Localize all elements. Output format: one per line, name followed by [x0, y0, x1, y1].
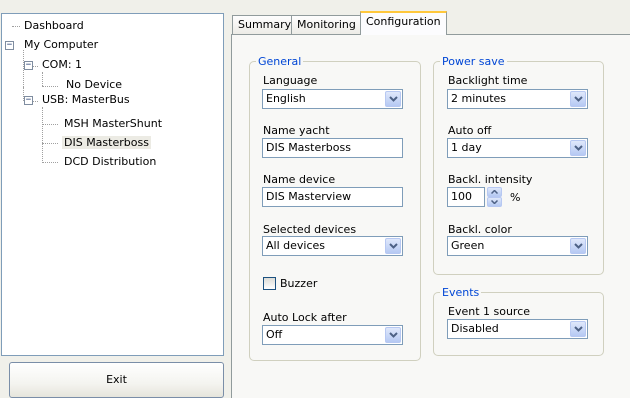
tab-monitoring[interactable]: Monitoring	[291, 15, 362, 35]
dropdown-arrow-icon[interactable]	[385, 327, 401, 343]
name-device-input[interactable]: DIS Masterview	[262, 187, 403, 207]
tree-connector	[42, 124, 58, 125]
auto-lock-select[interactable]: Off	[262, 325, 403, 345]
tree-connector	[42, 86, 58, 87]
color-label: Backl. color	[448, 223, 512, 236]
selected-devices-label: Selected devices	[263, 223, 357, 236]
tree-connector	[42, 143, 58, 144]
tab-summary[interactable]: Summary	[232, 15, 298, 35]
language-value: English	[266, 92, 306, 105]
collapse-icon[interactable]: −	[24, 96, 33, 105]
buzzer-label: Buzzer	[280, 277, 318, 290]
general-group: General Language English Name yacht DIS …	[249, 55, 421, 361]
auto-lock-value: Off	[266, 328, 283, 341]
events-group: Events Event 1 source Disabled	[433, 286, 604, 356]
event1-value: Disabled	[451, 322, 499, 335]
tree-item-label: My Computer	[24, 38, 99, 51]
tree-connector	[42, 162, 58, 163]
event1-label: Event 1 source	[448, 305, 531, 318]
dropdown-arrow-icon[interactable]	[570, 321, 586, 337]
intensity-label: Backl. intensity	[448, 173, 533, 186]
color-value: Green	[451, 239, 485, 252]
tree-item-no-device[interactable]: No Device	[64, 77, 124, 93]
event1-select[interactable]: Disabled	[447, 319, 588, 339]
tree-item-label: Dashboard	[24, 19, 84, 32]
selected-devices-value: All devices	[266, 239, 325, 252]
auto-off-select[interactable]: 1 day	[447, 138, 588, 158]
intensity-input[interactable]: 100	[447, 187, 485, 207]
intensity-stepper[interactable]	[487, 187, 502, 207]
power-save-group: Power save Backlight time 2 minutes Auto…	[433, 55, 604, 275]
auto-lock-label: Auto Lock after	[263, 311, 347, 324]
dropdown-arrow-icon[interactable]	[385, 238, 401, 254]
language-select[interactable]: English	[262, 89, 403, 109]
collapse-icon[interactable]: −	[5, 41, 14, 50]
tree-connector	[12, 26, 20, 27]
name-device-label: Name device	[263, 173, 336, 186]
power-save-group-title: Power save	[440, 55, 507, 68]
backlight-time-value: 2 minutes	[451, 92, 507, 105]
general-group-title: General	[256, 55, 304, 68]
tree-item-dashboard[interactable]: Dashboard	[22, 18, 86, 34]
auto-off-label: Auto off	[448, 124, 492, 137]
dropdown-arrow-icon[interactable]	[570, 140, 586, 156]
tree-connector	[42, 72, 43, 86]
events-group-title: Events	[440, 286, 482, 299]
tree-item-dis[interactable]: DIS Masterboss	[62, 135, 151, 151]
name-yacht-label: Name yacht	[263, 124, 330, 137]
backlight-time-label: Backlight time	[448, 74, 528, 87]
selected-devices-select[interactable]: All devices	[262, 236, 403, 256]
tree-item-msh[interactable]: MSH MasterShunt	[62, 116, 164, 132]
tree-item-dcd[interactable]: DCD Distribution	[62, 154, 158, 170]
language-label: Language	[263, 74, 318, 87]
intensity-unit: %	[510, 191, 521, 204]
auto-off-value: 1 day	[451, 141, 482, 154]
name-yacht-input[interactable]: DIS Masterboss	[262, 138, 403, 158]
tree-connector	[42, 107, 43, 163]
collapse-icon[interactable]: −	[24, 61, 33, 70]
tree-item-label: MSH MasterShunt	[64, 117, 163, 130]
tree-item-label: DIS Masterboss	[62, 136, 151, 149]
tree-item-label: DCD Distribution	[64, 155, 157, 168]
tree-item-label: No Device	[66, 78, 123, 91]
spin-up-icon[interactable]	[487, 187, 502, 197]
device-tree[interactable]: Dashboard − My Computer − COM: 1 No Devi…	[1, 13, 224, 356]
tree-item-usb[interactable]: USB: MasterBus	[40, 92, 132, 108]
configuration-panel: General Language English Name yacht DIS …	[231, 34, 630, 398]
color-select[interactable]: Green	[447, 236, 588, 256]
dropdown-arrow-icon[interactable]	[570, 238, 586, 254]
dropdown-arrow-icon[interactable]	[570, 91, 586, 107]
backlight-time-select[interactable]: 2 minutes	[447, 89, 588, 109]
tree-item-label: COM: 1	[42, 58, 83, 71]
tree-item-label: USB: MasterBus	[42, 93, 130, 106]
tree-item-my-computer[interactable]: My Computer	[22, 37, 100, 53]
exit-button[interactable]: Exit	[9, 362, 224, 398]
spin-down-icon[interactable]	[487, 197, 502, 207]
dropdown-arrow-icon[interactable]	[385, 91, 401, 107]
buzzer-checkbox[interactable]	[263, 277, 276, 290]
tab-configuration[interactable]: Configuration	[360, 11, 447, 35]
tree-item-com[interactable]: COM: 1	[40, 57, 84, 73]
